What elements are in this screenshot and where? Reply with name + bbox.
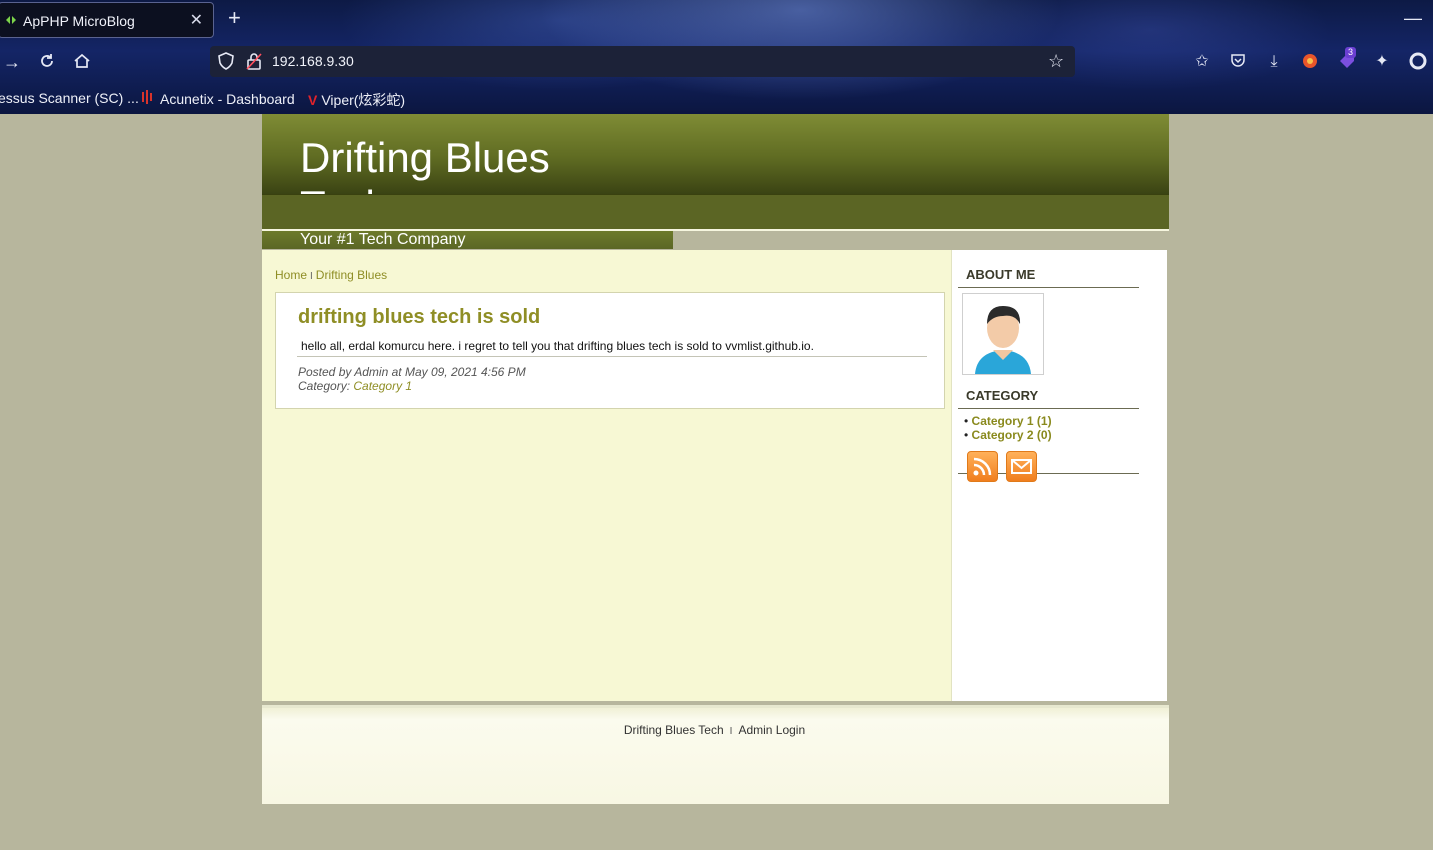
bookmark-label: Viper(炫彩蛇) [321,92,406,108]
breadcrumb-separator: I [310,271,313,282]
post-divider [297,356,927,357]
category-heading: CATEGORY [966,388,1039,403]
account-icon[interactable] [1408,52,1428,72]
post-category-label: Category: [298,379,351,393]
viper-icon: V [308,92,318,108]
close-tab-icon[interactable]: ✕ [190,10,203,30]
post-byline: Posted by Admin at May 09, 2021 4:56 PM [298,365,526,379]
email-icon[interactable] [1006,451,1037,482]
category-list: • Category 1 (1) • Category 2 (0) [964,414,1052,442]
tab-title: ApPHP MicroBlog [23,13,135,29]
footer-site-link[interactable]: Drifting Blues Tech [624,723,724,737]
about-me-heading: ABOUT ME [966,267,1036,282]
main-content: Home I Drifting Blues drifting blues tech … [262,250,952,701]
admin-login-link[interactable]: Admin Login [738,723,805,737]
sidebar: ABOUT ME CATEGORY • Category 1 (1) • Cat… [952,250,1167,701]
browser-chrome: ApPHP MicroBlog ✕ + — → 192.168.9.30 ☆ ✩… [0,0,1433,114]
reload-icon[interactable] [37,52,57,72]
category-link[interactable]: Category 2 (0) [972,428,1052,442]
footer-links: Drifting Blues Tech I Admin Login [262,723,1167,737]
reading-list-icon[interactable]: ✩ [1192,52,1212,72]
insecure-lock-icon[interactable] [246,52,262,75]
home-icon[interactable] [72,52,92,72]
sidebar-divider [958,408,1139,409]
site-favicon-icon [5,13,17,25]
category-link[interactable]: Category 1 (1) [972,414,1052,428]
bookmark-viper[interactable]: V Viper(炫彩蛇) [308,90,405,110]
footer-separator: I [729,726,733,737]
blog-post: drifting blues tech is sold hello all, e… [275,292,945,409]
post-meta: Posted by Admin at May 09, 2021 4:56 PM … [298,365,526,393]
bookmark-label: Acunetix - Dashboard [160,91,295,107]
avatar [962,293,1044,375]
breadcrumb-home-link[interactable]: Home [275,268,307,282]
url-text[interactable]: 192.168.9.30 [272,53,354,69]
extension-fox-icon[interactable] [1300,52,1320,72]
post-title[interactable]: drifting blues tech is sold [298,306,540,329]
bookmark-nessus[interactable]: essus Scanner (SC) ... [0,90,139,106]
site-header: Drifting Blues Tech [262,114,1169,229]
blog-page: Drifting Blues Tech Your #1 Tech Company… [262,114,1169,804]
browser-tab[interactable]: ApPHP MicroBlog ✕ [0,2,214,38]
acunetix-icon [140,90,154,107]
minimize-window-icon[interactable]: — [1404,8,1422,29]
pocket-icon[interactable] [1228,52,1248,72]
bookmark-star-icon[interactable]: ☆ [1048,51,1064,72]
breadcrumb: Home I Drifting Blues [275,268,387,282]
bookmark-label: essus Scanner (SC) ... [0,90,139,106]
header-band [262,194,1169,230]
address-bar[interactable]: 192.168.9.30 ☆ [210,46,1075,77]
rss-icon[interactable] [967,451,998,482]
new-tab-icon[interactable]: + [228,7,241,29]
list-item: • Category 2 (0) [964,428,1052,442]
breadcrumb-current-link[interactable]: Drifting Blues [316,268,387,282]
shield-icon[interactable] [218,52,234,75]
forward-icon[interactable]: → [2,52,22,72]
downloads-icon[interactable]: ⤓ [1264,52,1284,72]
site-slogan: Your #1 Tech Company [300,231,466,248]
post-category-link[interactable]: Category 1 [353,379,412,393]
site-footer: Drifting Blues Tech I Admin Login [262,705,1169,804]
extension-badge: 3 [1345,47,1357,58]
sidebar-divider [958,287,1139,288]
list-item: • Category 1 (1) [964,414,1052,428]
extensions-puzzle-icon[interactable]: ✦ [1372,52,1392,72]
bookmark-acunetix[interactable]: Acunetix - Dashboard [140,90,295,107]
post-body: hello all, erdal komurcu here. i regret … [301,339,814,353]
